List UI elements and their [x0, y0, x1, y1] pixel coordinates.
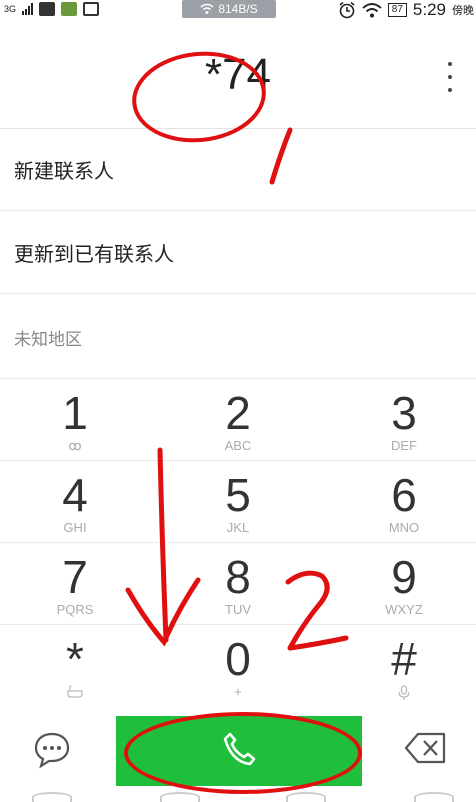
key-digit: 2: [225, 387, 251, 439]
shield-notification-icon: [83, 2, 100, 16]
key-letters: PQRS: [56, 602, 94, 617]
key-9[interactable]: 9 WXYZ: [324, 543, 476, 625]
key-star[interactable]: *: [0, 625, 155, 707]
bathtub-icon: [67, 685, 83, 698]
key-letters: TUV: [225, 602, 251, 617]
key-digit: 7: [62, 551, 88, 603]
key-letters: +: [234, 684, 242, 699]
key-5[interactable]: 5 JKL: [158, 461, 318, 543]
key-letters: WXYZ: [385, 602, 423, 617]
key-digit: 5: [225, 469, 251, 521]
key-0[interactable]: 0 +: [158, 625, 318, 707]
key-digit: 4: [62, 469, 88, 521]
wifi-icon: [200, 3, 214, 14]
keypad: 1 ꝏ 2 ABC 3 DEF 4 GHI 5 JKL 6 MNO 7 PQRS: [0, 378, 476, 706]
key-digit: 3: [391, 387, 417, 439]
key-2[interactable]: 2 ABC: [158, 379, 318, 461]
key-digit: #: [391, 633, 417, 685]
key-8[interactable]: 8 TUV: [158, 543, 318, 625]
key-digit: *: [66, 633, 84, 685]
backspace-icon[interactable]: [404, 730, 448, 766]
network-type: 3G: [4, 4, 17, 14]
region-label: 未知地区: [14, 329, 82, 350]
key-4[interactable]: 4 GHI: [0, 461, 155, 543]
key-digit: 1: [62, 387, 88, 439]
key-letters: MNO: [388, 520, 420, 535]
key-1[interactable]: 1 ꝏ: [0, 379, 155, 461]
image-notification-icon: [39, 2, 56, 16]
keypad-row-3: 7 PQRS 8 TUV 9 WXYZ: [0, 542, 476, 625]
app-notification-icon: [61, 2, 78, 16]
status-left: 3G: [4, 2, 100, 16]
new-contact-label: 新建联系人: [14, 159, 114, 183]
bottom-navigation-hint: [0, 786, 476, 802]
message-icon[interactable]: [32, 730, 72, 770]
status-right: 87 5:29 傍晚: [338, 0, 474, 20]
network-speed-badge: 814B/S: [182, 0, 276, 18]
key-digit: 6: [391, 469, 417, 521]
key-letters: JKL: [226, 520, 250, 535]
clock: 5:29: [412, 0, 446, 19]
key-letters: ABC: [224, 438, 252, 453]
annotation-circle-call: [124, 712, 362, 794]
dialer-action-bar: [0, 712, 476, 794]
key-letters: DEF: [391, 438, 417, 453]
keypad-row-1: 1 ꝏ 2 ABC 3 DEF: [0, 378, 476, 461]
update-contact-label: 更新到已有联系人: [14, 242, 174, 266]
network-speed: 814B/S: [218, 2, 258, 16]
key-hash[interactable]: #: [324, 625, 476, 707]
key-digit: 9: [391, 551, 417, 603]
key-6[interactable]: 6 MNO: [324, 461, 476, 543]
keypad-row-2: 4 GHI 5 JKL 6 MNO: [0, 460, 476, 543]
alarm-icon: [339, 1, 355, 19]
keypad-row-4: * 0 + #: [0, 624, 476, 707]
key-digit: 8: [225, 551, 251, 603]
new-contact-option[interactable]: 新建联系人: [0, 129, 476, 211]
wifi-icon: [362, 3, 382, 18]
key-7[interactable]: 7 PQRS: [0, 543, 155, 625]
key-digit: 0: [225, 633, 251, 685]
update-existing-contact-option[interactable]: 更新到已有联系人: [0, 212, 476, 294]
key-letters: GHI: [63, 520, 87, 535]
battery-level: 87: [387, 3, 407, 17]
signal-icon: [22, 3, 34, 15]
more-options-icon[interactable]: [442, 62, 458, 92]
key-3[interactable]: 3 DEF: [324, 379, 476, 461]
status-extra-text: 傍晚: [452, 4, 474, 17]
microphone-icon: [398, 685, 410, 700]
status-bar: 3G 814B/S 87 5:29 傍晚: [0, 0, 476, 20]
dialer-header: *74: [0, 20, 476, 149]
voicemail-icon: ꝏ: [68, 438, 82, 453]
